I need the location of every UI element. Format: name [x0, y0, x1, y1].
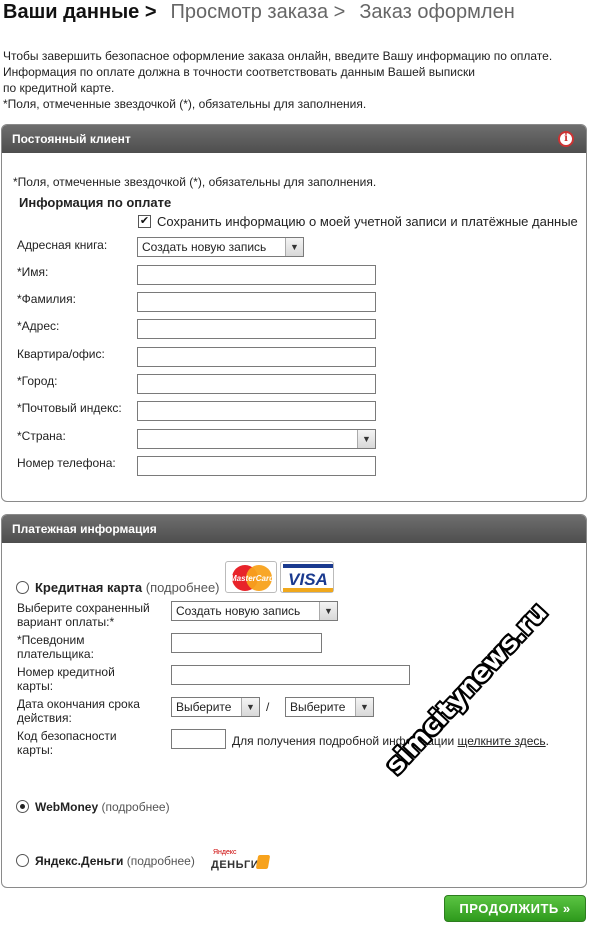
payer-alias-input[interactable]: [171, 633, 322, 653]
yandex-money-logo: Яндекс ДЕНЬГИ: [211, 849, 273, 877]
wallet-icon: [255, 855, 271, 869]
address-input[interactable]: [137, 319, 376, 339]
card-number-label: Номер кредитной карты:: [17, 665, 115, 693]
last-name-label: *Фамилия:: [17, 292, 76, 306]
postal-code-input[interactable]: [137, 401, 376, 421]
yandex-logo-top: Яндекс: [213, 849, 237, 856]
chevron-down-icon: ▼: [357, 430, 375, 448]
cvv-help-link[interactable]: щелкните здесь: [458, 734, 546, 748]
phone-input[interactable]: [137, 456, 376, 476]
save-info-checkbox[interactable]: ✔: [138, 215, 151, 228]
expiry-separator: /: [266, 700, 270, 714]
webmoney-label: WebMoney: [35, 800, 99, 814]
intro-line: по кредитной карте.: [3, 81, 115, 95]
chevron-down-icon: ▼: [241, 698, 259, 716]
chevron-down-icon: ▼: [285, 238, 303, 256]
chevron-down-icon: ▼: [319, 602, 337, 620]
payment-panel-header: Платежная информация: [2, 515, 586, 543]
first-name-input[interactable]: [137, 265, 376, 285]
info-icon[interactable]: i: [558, 131, 574, 147]
address-book-label: Адресная книга:: [17, 238, 108, 252]
payer-alias-label: *Псевдоним плательщика:: [17, 633, 94, 661]
saved-method-value: Создать новую запись: [176, 604, 301, 618]
webmoney-option: WebMoney (подробнее): [35, 800, 170, 814]
customer-panel-title: Постоянный клиент: [12, 132, 131, 146]
required-note: *Поля, отмеченные звездочкой (*), обязат…: [13, 175, 377, 189]
webmoney-more-link[interactable]: (подробнее): [101, 800, 169, 814]
credit-card-option: Кредитная карта (подробнее): [35, 581, 220, 595]
yandex-money-more-link[interactable]: (подробнее): [127, 854, 195, 868]
address-label: *Адрес:: [17, 319, 60, 333]
visa-logo: VISA: [280, 561, 334, 593]
credit-card-label: Кредитная карта: [35, 580, 143, 595]
address-book-value: Создать новую запись: [142, 240, 267, 254]
expiry-year-select[interactable]: Выберите ▼: [285, 697, 374, 717]
city-label: *Город:: [17, 374, 58, 388]
credit-card-more-link[interactable]: (подробнее): [146, 580, 220, 595]
apartment-label: Квартира/офис:: [17, 347, 105, 361]
saved-method-label: Выберите сохраненный вариант оплаты:*: [17, 601, 150, 629]
credit-card-radio[interactable]: [16, 581, 29, 594]
yandex-money-label: Яндекс.Деньги: [35, 854, 124, 868]
last-name-input[interactable]: [137, 292, 376, 312]
phone-label: Номер телефона:: [17, 456, 116, 470]
expiry-month-value: Выберите: [176, 700, 232, 714]
country-select[interactable]: ▼: [137, 429, 376, 449]
intro-text: Чтобы завершить безопасное оформление за…: [3, 48, 583, 112]
postal-code-label: *Почтовый индекс:: [17, 401, 122, 415]
yandex-logo-bottom: ДЕНЬГИ: [211, 859, 260, 871]
cvv-help: Для получения подробной информации щелкн…: [232, 734, 549, 748]
visa-text: VISA: [288, 570, 328, 589]
step-order-complete: Заказ оформлен: [359, 1, 515, 23]
apartment-input[interactable]: [137, 347, 376, 367]
expiry-year-value: Выберите: [290, 700, 346, 714]
first-name-label: *Имя:: [17, 265, 49, 279]
intro-line: Чтобы завершить безопасное оформление за…: [3, 49, 553, 63]
cvv-help-period: .: [545, 734, 550, 748]
intro-line: Информация по оплате должна в точности с…: [3, 65, 475, 79]
country-label: *Страна:: [17, 429, 66, 443]
step-your-data: Ваши данные >: [3, 1, 157, 23]
mastercard-text: MasterCard: [230, 574, 275, 583]
payment-panel-title: Платежная информация: [12, 522, 157, 536]
billing-heading: Информация по оплате: [19, 195, 172, 210]
step-order-review: Просмотр заказа >: [170, 1, 346, 23]
chevron-down-icon: ▼: [355, 698, 373, 716]
save-info-label: Сохранить информацию о моей учетной запи…: [157, 214, 578, 229]
cvv-label: Код безопасности карты:: [17, 729, 117, 757]
yandex-money-option: Яндекс.Деньги (подробнее): [35, 854, 195, 868]
card-number-input[interactable]: [171, 665, 410, 685]
checkout-steps: Ваши данные > Просмотр заказа > Заказ офор…: [3, 0, 515, 26]
cvv-input[interactable]: [171, 729, 226, 749]
yandex-money-radio[interactable]: [16, 854, 29, 867]
continue-button[interactable]: ПРОДОЛЖИТЬ »: [444, 895, 586, 922]
city-input[interactable]: [137, 374, 376, 394]
customer-panel-header: Постоянный клиент i: [2, 125, 586, 153]
address-book-select[interactable]: Создать новую запись ▼: [137, 237, 304, 257]
saved-method-select[interactable]: Создать новую запись ▼: [171, 601, 338, 621]
intro-required-note: *Поля, отмеченные звездочкой (*), обязат…: [3, 97, 367, 111]
mastercard-logo: MasterCard: [225, 561, 277, 593]
expiry-month-select[interactable]: Выберите ▼: [171, 697, 260, 717]
webmoney-radio[interactable]: [16, 800, 29, 813]
expiry-label: Дата окончания срока действия:: [17, 697, 140, 725]
